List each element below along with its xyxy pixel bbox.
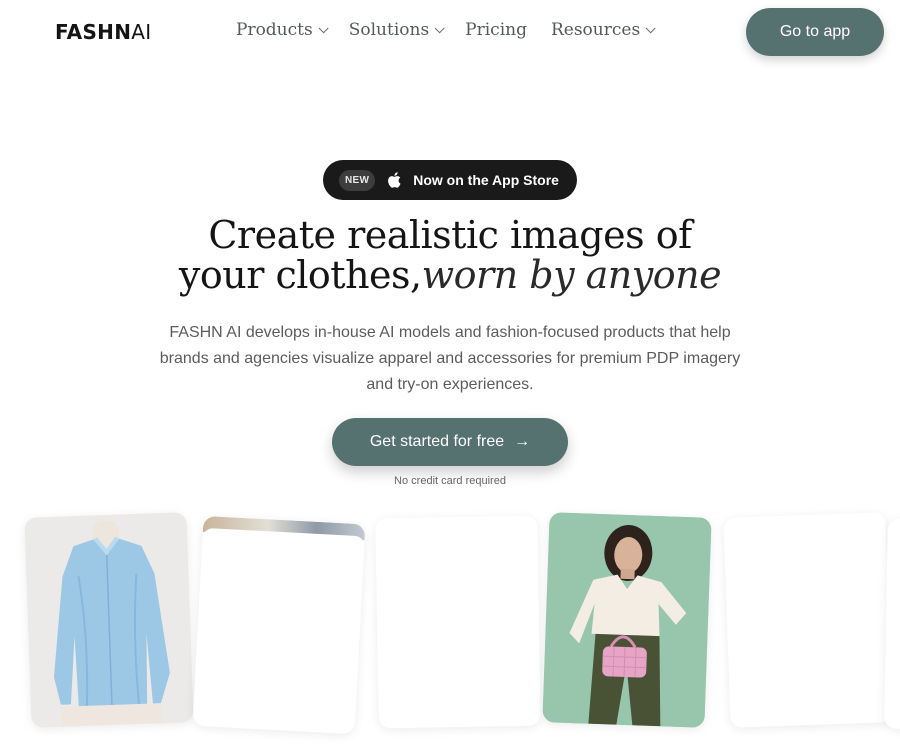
- headline-line-2: your clothes,worn by anyone: [0, 255, 900, 295]
- menu-item-products[interactable]: Products: [236, 20, 329, 40]
- logo-wordmark-light: AI: [131, 20, 152, 44]
- chevron-down-icon: [645, 22, 656, 33]
- chevron-down-icon: [318, 22, 329, 33]
- gallery-card-blank: [884, 518, 900, 732]
- get-started-label: Get started for free: [369, 433, 505, 450]
- apple-icon: [387, 171, 403, 189]
- main-menu: Products Solutions Pricing Resources: [236, 20, 676, 40]
- menu-item-pricing[interactable]: Pricing: [465, 20, 527, 40]
- no-credit-card-note: No credit card required: [394, 475, 506, 487]
- top-navigation: FASHNAI Products Solutions Pricing Resou…: [0, 0, 900, 64]
- menu-item-label: Pricing: [465, 20, 527, 40]
- get-started-button[interactable]: Get started for free →: [332, 418, 568, 466]
- headline-line-1: Create realistic images of: [208, 213, 692, 257]
- gallery-card-blank: [375, 515, 541, 729]
- menu-item-resources[interactable]: Resources: [550, 20, 656, 40]
- menu-item-solutions[interactable]: Solutions: [348, 20, 445, 40]
- arrow-right-icon: →: [514, 433, 531, 450]
- gallery-card-blank: [723, 512, 893, 728]
- menu-item-label: Resources: [550, 20, 641, 40]
- menu-item-label: Solutions: [348, 20, 430, 40]
- card-placeholder: [192, 527, 365, 735]
- hero-headline: Create realistic images of your clothes,…: [0, 215, 900, 295]
- app-store-announcement-pill[interactable]: NEW Now on the App Store: [323, 160, 577, 200]
- hero-description: FASHN AI develops in-house AI models and…: [159, 324, 741, 393]
- gallery-card-blouse: [24, 512, 194, 728]
- logo-wordmark-bold: FASHN: [55, 20, 132, 44]
- go-to-app-button[interactable]: Go to app: [746, 8, 884, 56]
- new-badge: NEW: [339, 169, 376, 191]
- gallery-card-outdoor-photo: [192, 515, 366, 735]
- menu-item-label: Products: [236, 20, 313, 40]
- headline-regular: your clothes,: [178, 253, 422, 297]
- fashn-logo[interactable]: FASHNAI: [55, 20, 151, 44]
- chevron-down-icon: [434, 22, 445, 33]
- gallery-card-model: [542, 512, 712, 728]
- headline-italic: worn by anyone: [421, 253, 722, 297]
- app-store-text: Now on the App Store: [413, 172, 559, 188]
